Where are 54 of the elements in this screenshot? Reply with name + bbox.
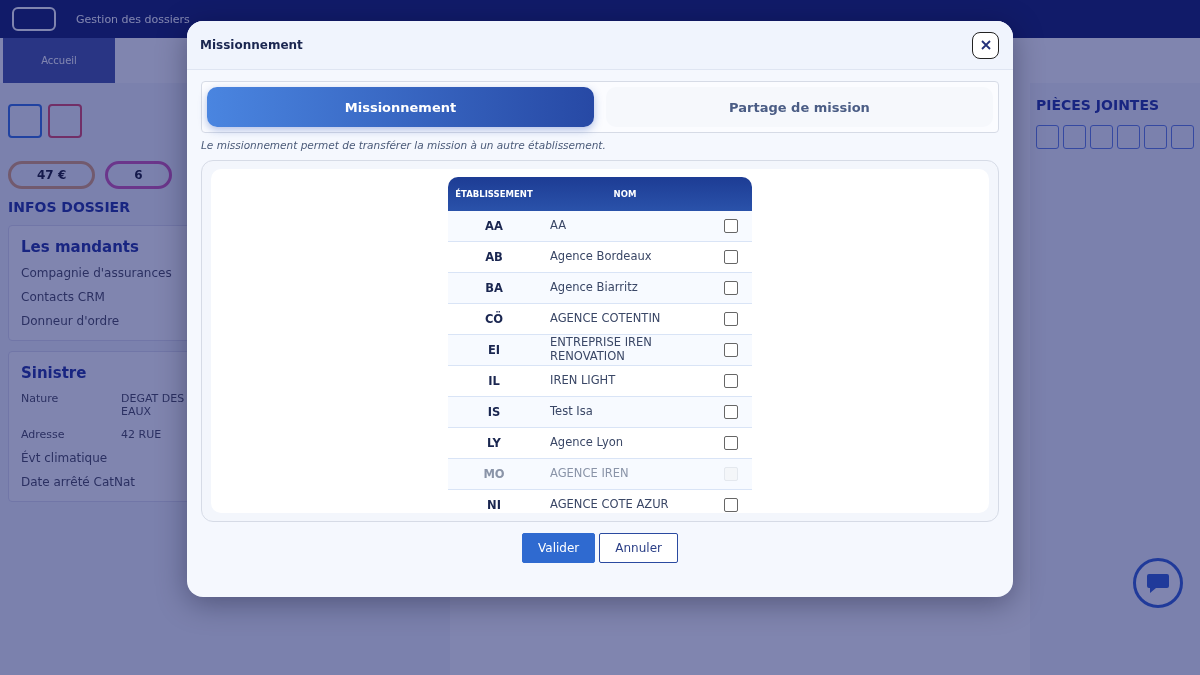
field-label: Évt climatique	[21, 451, 109, 465]
dialog-button[interactable]: Annuler	[599, 533, 678, 563]
dialog-title: Missionnement	[200, 38, 303, 52]
app-tab[interactable]: Accueil	[3, 38, 115, 83]
close-button[interactable]	[972, 31, 999, 59]
table-cell: NI	[448, 489, 540, 513]
table-cell: AB	[448, 241, 540, 273]
checkbox[interactable]	[724, 436, 738, 451]
table-cell: AA	[448, 211, 540, 242]
table-cell: Agence Bordeaux	[540, 241, 710, 273]
field-value: DEGAT DES EAUX	[121, 392, 186, 418]
table-cell: AGENCE COTENTIN	[540, 303, 710, 335]
checkbox[interactable]	[724, 374, 738, 389]
checkbox[interactable]	[724, 343, 738, 358]
table-cell: ENTREPRISE IREN RENOVATION	[540, 334, 710, 366]
table-cell: EI	[448, 334, 540, 366]
table-cell: AA	[540, 211, 710, 242]
checkbox[interactable]	[724, 405, 738, 420]
column-header: ÉTABLISSEMENT	[448, 177, 540, 211]
chat-icon	[1146, 572, 1170, 594]
column-header: NOM	[540, 177, 710, 211]
table-cell: IS	[448, 396, 540, 428]
table-cell: AGENCE COTE AZUR	[540, 489, 710, 513]
field-label: Adresse	[21, 428, 66, 441]
card-title: Sinistre	[21, 364, 88, 382]
field-label: Date arrêté CatNat	[21, 475, 136, 489]
nav-link[interactable]: Gestion des dossiers	[76, 12, 190, 26]
section-title: PIÈCES JOINTES	[1036, 97, 1161, 113]
dialog-button[interactable]: Valider	[522, 533, 596, 563]
field-value: 42 RUE	[121, 428, 163, 441]
table-cell: LY	[448, 427, 540, 459]
table-cell: BA	[448, 272, 540, 304]
table-cell: IREN LIGHT	[540, 365, 710, 397]
checkbox[interactable]	[724, 281, 738, 296]
table-cell: Agence Biarritz	[540, 272, 710, 304]
checkbox[interactable]	[724, 219, 738, 234]
checkbox[interactable]	[724, 250, 738, 265]
field-label: Nature	[21, 392, 60, 407]
table-cell: AGENCE IREN	[540, 458, 710, 490]
table-cell: MO	[448, 458, 540, 490]
card-title: Les mandants	[21, 238, 140, 256]
section-title: INFOS DOSSIER	[8, 199, 131, 215]
badge: 47 €	[8, 161, 96, 189]
tab[interactable]: Partage de mission	[606, 87, 993, 127]
checkbox[interactable]	[724, 498, 738, 513]
badge: 6	[105, 161, 172, 189]
tab[interactable]: Missionnement	[207, 87, 594, 127]
table-cell: IL	[448, 365, 540, 397]
description-text: Le missionnement permet de transférer la mission à un autre établissement.	[201, 139, 607, 151]
close-icon	[980, 40, 991, 50]
table-cell: Agence Lyon	[540, 427, 710, 459]
checkbox[interactable]	[724, 312, 738, 327]
table-cell: Test Isa	[540, 396, 710, 428]
table-cell: CÖ	[448, 303, 540, 335]
